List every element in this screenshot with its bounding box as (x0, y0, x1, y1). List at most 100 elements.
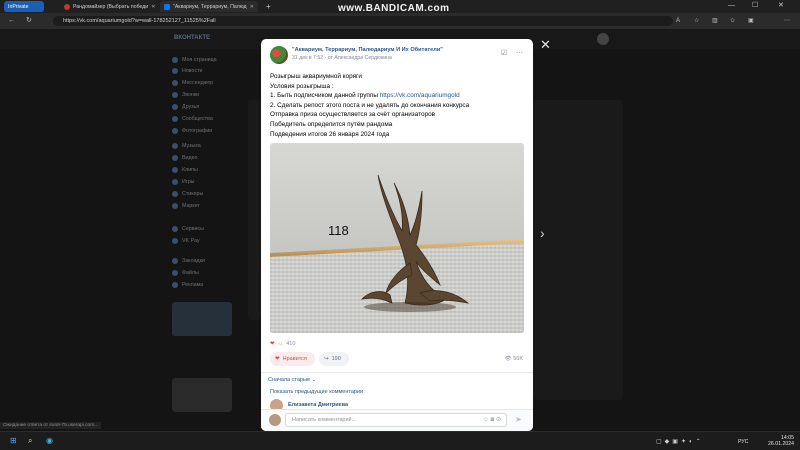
heart-reaction-icon: ❤ (270, 341, 275, 347)
next-post-chevron-icon[interactable]: › (540, 225, 545, 241)
sidebar-item-label: Звонки (182, 92, 200, 98)
avatar[interactable] (597, 33, 609, 45)
favorites-icon[interactable]: ✩ (730, 16, 735, 26)
sidebar-item-icon (172, 226, 178, 232)
driftwood-photo (270, 143, 524, 333)
post-meta: 31 дек в 7:52 · от Александра Сердюкина (292, 55, 392, 61)
sidebar-item[interactable]: Сообщества (172, 116, 213, 122)
sidebar-item[interactable]: Звонки (172, 92, 199, 98)
sidebar-item[interactable]: Музыка (172, 143, 201, 149)
post-modal: "Аквариум, Террариум, Палюдариум И Их Об… (261, 39, 533, 431)
search-icon[interactable]: ⌕ (28, 436, 32, 446)
collections-icon[interactable]: ▣ (748, 16, 754, 26)
comment-input[interactable]: Написать комментарий... ☺ ◙ ⊘ (285, 413, 507, 427)
sidebar-item-label: Файлы (182, 270, 199, 276)
send-icon[interactable]: ➤ (515, 415, 522, 424)
sidebar-item-label: Сервисы (182, 226, 204, 232)
sidebar-item-label: Игры (182, 179, 195, 185)
sidebar-item[interactable]: VK Pay (172, 238, 200, 244)
sidebar-item[interactable]: Реклама (172, 282, 203, 288)
sidebar-item-icon (172, 167, 178, 173)
maximize-icon[interactable]: ☐ (752, 1, 758, 9)
taskbar: ⊞ ⌕ ◉ ▢◆▣✦◐⌃ РУС 14:05 26.01.2024 (0, 431, 800, 450)
close-window-icon[interactable]: ✕ (778, 1, 784, 9)
post-photo[interactable]: 118 (270, 143, 524, 333)
sidebar-item-label: Музыка (182, 143, 201, 149)
close-modal-icon[interactable]: ✕ (540, 38, 551, 51)
sidebar-item[interactable]: Сервисы (172, 226, 204, 232)
sidebar-item[interactable]: Друзья (172, 104, 199, 110)
sidebar-item-icon (172, 238, 178, 244)
minimize-icon[interactable]: — (728, 2, 735, 9)
favorite-star-icon[interactable]: ☆ (694, 16, 699, 26)
sidebar-item[interactable]: Видео (172, 155, 197, 161)
windows-start-icon[interactable]: ⊞ (10, 436, 17, 445)
vk-logo[interactable]: ВКОНТАКТЕ (174, 35, 210, 41)
group-link[interactable]: https://vk.com/aquariumgold (380, 92, 460, 99)
sidebar-item-icon (172, 203, 178, 209)
sidebar-item[interactable]: Клипы (172, 167, 198, 173)
sidebar-item[interactable]: Маркет (172, 203, 200, 209)
edge-browser-icon[interactable]: ◉ (46, 436, 53, 445)
sidebar-item-icon (172, 282, 178, 288)
camera-icon[interactable]: ◙ (491, 417, 495, 423)
sidebar-item-label: Клипы (182, 167, 198, 173)
sidebar-item[interactable]: Закладки (172, 258, 205, 264)
post-line: Подведения итогов 26 января 2024 года (270, 130, 390, 138)
comment-placeholder: Написать комментарий... (292, 417, 357, 423)
post-line: Розыгрыш аквариумной коряги (270, 73, 362, 80)
emoji-icon[interactable]: ☺ (483, 417, 489, 423)
read-aloud-icon[interactable]: A (676, 16, 680, 26)
group-name[interactable]: "Аквариум, Террариум, Палюдариум И Их Об… (292, 47, 443, 53)
post-header-actions: ☑ ⋯ (501, 49, 523, 57)
sidebar-item-label: Мессенджер (182, 80, 214, 86)
sidebar-item[interactable]: Новости (172, 68, 203, 74)
sidebar-item-icon (172, 116, 178, 122)
back-icon[interactable]: ← (8, 16, 15, 26)
sidebar-item[interactable]: Файлы (172, 270, 199, 276)
show-previous-comments-link[interactable]: Показать предыдущие комментарии (270, 389, 363, 395)
sidebar-item-label: Моя страница (182, 57, 217, 63)
sidebar-item[interactable]: Стикеры (172, 191, 203, 197)
heart-icon: ❤ (275, 356, 280, 362)
tab-vk-post[interactable]: "Аквариум, Террариум, Палюд ✕ (160, 1, 258, 12)
like-button[interactable]: ❤ Нравится (270, 352, 315, 366)
reactions-summary[interactable]: ❤ ☺ 410 (270, 341, 295, 347)
sidebar-item-icon (172, 143, 178, 149)
sidebar-item-icon (172, 104, 178, 110)
clock[interactable]: 14:05 26.01.2024 (768, 435, 794, 448)
divider (261, 372, 533, 373)
checkmark-icon[interactable]: ☑ (501, 49, 507, 57)
comments-sort-dropdown[interactable]: Сначала старые ⌄ (268, 377, 316, 383)
url-text: https://vk.com/aquariumgold?w=wall-17825… (63, 18, 216, 24)
share-button[interactable]: ↪ 190 (319, 352, 349, 366)
split-screen-icon[interactable]: ▥ (712, 16, 718, 26)
share-count: 190 (331, 356, 341, 362)
date: 26.01.2024 (768, 441, 794, 448)
refresh-icon[interactable]: ↻ (26, 16, 32, 26)
emoji-reaction-icon: ☺ (277, 341, 284, 347)
post-line: Победитель определится путём рандома (270, 120, 393, 128)
inprivate-badge[interactable]: InPrivate (4, 1, 44, 12)
sidebar-item-label: Маркет (182, 203, 200, 209)
tab-randomizer[interactable]: Рандомайзер (Выбрать победи ✕ (60, 1, 156, 12)
language-indicator[interactable]: РУС (738, 439, 748, 445)
more-options-icon[interactable]: ⋯ (516, 49, 523, 57)
sidebar-item[interactable]: Фотографии (172, 128, 212, 134)
commenter-name[interactable]: Елизавета Дмитриева (288, 402, 348, 408)
sort-label: Сначала старые (268, 377, 311, 383)
sidebar-item[interactable]: Моя страница (172, 57, 217, 63)
sidebar-item[interactable]: Мессенджер (172, 80, 213, 86)
group-avatar[interactable] (270, 46, 288, 64)
randomizer-favicon-icon (64, 3, 70, 10)
attach-icon[interactable]: ⊘ (496, 417, 501, 423)
more-menu-icon[interactable]: ⋯ (784, 16, 790, 26)
close-tab-icon[interactable]: ✕ (151, 4, 155, 10)
close-tab-icon[interactable]: ✕ (250, 4, 254, 10)
sidebar-item[interactable]: Игры (172, 179, 195, 185)
sidebar-item-label: Видео (182, 155, 198, 161)
share-icon: ↪ (324, 356, 329, 362)
new-tab-button[interactable]: + (262, 1, 274, 12)
sidebar-item-label: Друзья (182, 104, 200, 110)
url-input[interactable]: https://vk.com/aquariumgold?w=wall-17825… (53, 16, 673, 26)
